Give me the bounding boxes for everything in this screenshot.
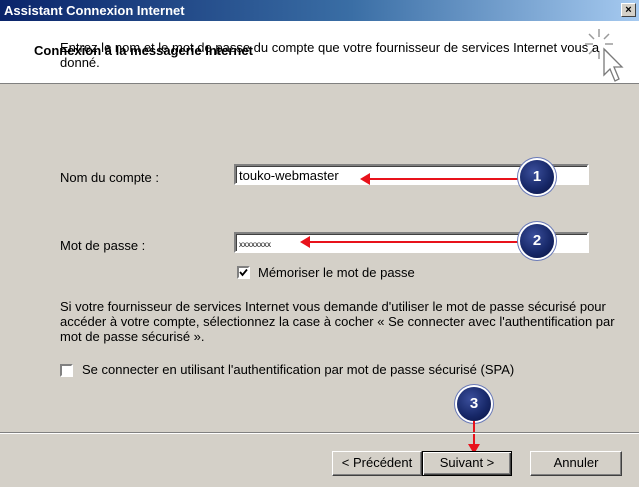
window-title: Assistant Connexion Internet xyxy=(4,3,185,18)
footer-separator xyxy=(0,432,639,434)
step-badge-1: 1 xyxy=(520,160,554,194)
title-bar[interactable]: Assistant Connexion Internet × xyxy=(0,0,639,21)
cancel-button[interactable]: Annuler xyxy=(530,451,622,476)
arrow-head-2-icon xyxy=(300,236,310,248)
spa-description: Si votre fournisseur de services Interne… xyxy=(60,299,615,344)
step-badge-3: 3 xyxy=(457,387,491,421)
back-button[interactable]: < Précédent xyxy=(332,451,422,476)
annotation-arrow-1 xyxy=(368,178,520,180)
remember-password-checkbox[interactable] xyxy=(237,266,250,279)
password-label: Mot de passe : xyxy=(60,238,146,253)
checkmark-icon xyxy=(239,268,248,277)
account-label: Nom du compte : xyxy=(60,170,159,185)
annotation-arrow-2 xyxy=(308,241,520,243)
close-button[interactable]: × xyxy=(621,3,636,17)
wizard-window: Assistant Connexion Internet × Connexion… xyxy=(0,0,639,487)
arrow-head-1-icon xyxy=(360,173,370,185)
spa-label[interactable]: Se connecter en utilisant l'authentifica… xyxy=(82,362,514,377)
step-badge-2: 2 xyxy=(520,224,554,258)
next-button[interactable]: Suivant > xyxy=(422,451,512,476)
intro-text: Entrez le nom et le mot de passe du comp… xyxy=(60,40,600,70)
spa-checkbox[interactable] xyxy=(60,364,73,377)
remember-password-label[interactable]: Mémoriser le mot de passe xyxy=(258,265,415,280)
